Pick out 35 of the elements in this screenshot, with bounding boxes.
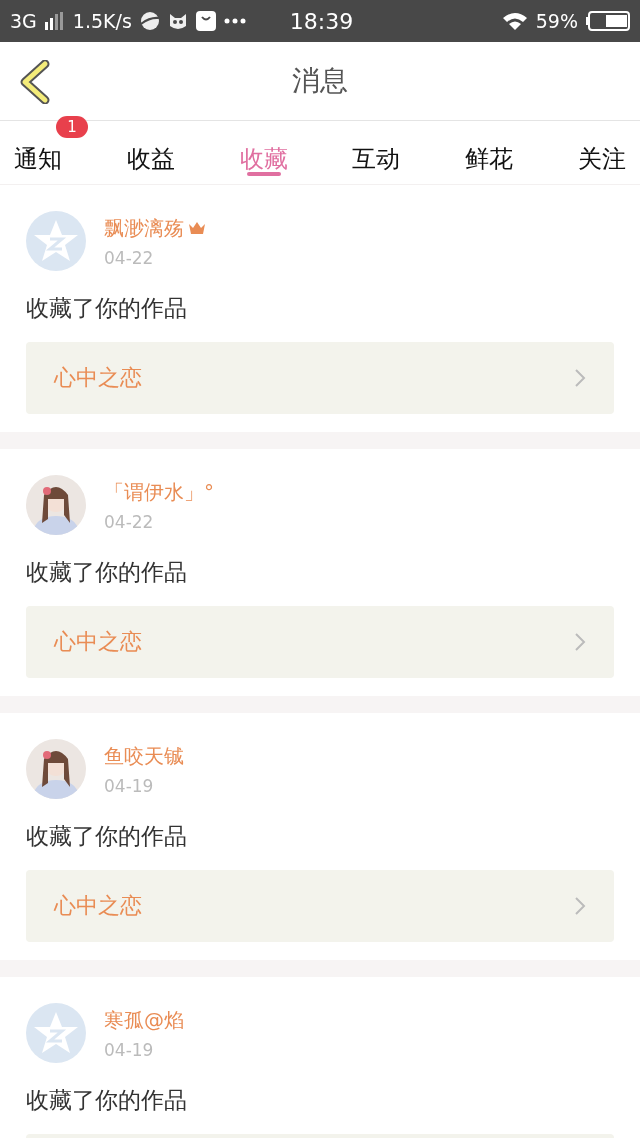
battery-icon (586, 11, 630, 31)
notification-badge: 1 (56, 116, 88, 138)
bag-icon (195, 11, 216, 31)
network-speed: 1.5K/s (72, 10, 132, 32)
cat-icon (167, 12, 188, 30)
tab[interactable]: 关注 (576, 121, 628, 184)
avatar (26, 1003, 86, 1063)
user-name: 「谓伊水」° (104, 478, 214, 506)
battery-percentage: 59% (535, 10, 578, 32)
chevron-right-icon (574, 368, 586, 388)
message-date: 04-19 (104, 775, 155, 796)
tab[interactable]: 互动 (350, 121, 403, 184)
tab-underline (246, 172, 281, 176)
message-date: 04-22 (104, 511, 155, 532)
avatar (26, 211, 86, 271)
chevron-right-icon (574, 896, 586, 916)
page-title: 消息 (292, 63, 348, 99)
network-type: 3G (10, 10, 37, 32)
wifi-icon (501, 11, 528, 31)
message-text: 收藏了你的作品 (26, 558, 188, 587)
message-text: 收藏了你的作品 (26, 294, 188, 323)
message-date: 04-19 (104, 1039, 155, 1060)
message-date: 04-22 (104, 247, 155, 268)
user-name: 飘渺漓殇 (104, 214, 184, 242)
user-name: 鱼咬天铖 (104, 742, 184, 770)
chevron-right-icon (574, 632, 586, 652)
message-text: 收藏了你的作品 (26, 822, 188, 851)
message-text: 收藏了你的作品 (26, 1086, 188, 1115)
tab[interactable]: 收益 (124, 121, 177, 184)
clock: 18:39 (289, 8, 354, 34)
planet-icon (139, 11, 160, 31)
tab[interactable]: 鲜花 (463, 121, 516, 184)
more-icon (223, 18, 246, 24)
user-name: 寒孤@焰 (104, 1006, 184, 1034)
signal-icon (44, 12, 65, 30)
